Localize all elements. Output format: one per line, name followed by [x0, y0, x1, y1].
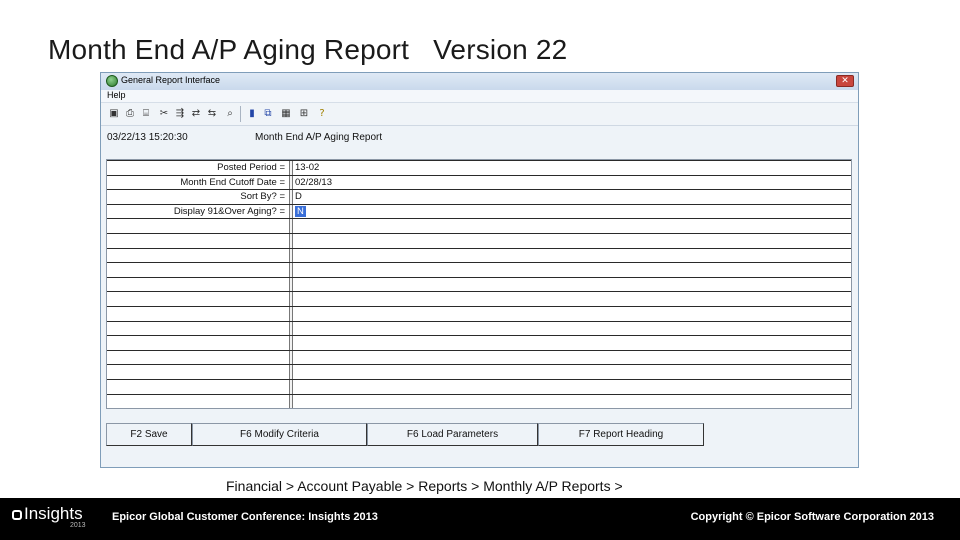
parameter-label: Sort By? = [240, 191, 285, 203]
grid-row [107, 349, 851, 365]
grid-row [107, 291, 851, 306]
f2-save-button[interactable]: F2 Save [106, 423, 192, 446]
grid-row [107, 393, 851, 408]
logo-icon [12, 510, 22, 520]
grid-row [107, 247, 851, 263]
help-icon[interactable]: ? [315, 106, 329, 121]
window-title: General Report Interface [121, 75, 221, 85]
copy-icon[interactable]: ⧉ [261, 106, 275, 121]
modify-criteria-button[interactable]: F6 Modify Criteria [192, 423, 367, 446]
function-key-bar: F2 Save F6 Modify Criteria F6 Load Param… [106, 423, 706, 446]
menubar: Help [101, 90, 858, 103]
grid-row [107, 262, 851, 277]
report-window: General Report Interface ✕ Help ▣ ⎙ ⌸ ✂ … [100, 72, 859, 468]
report-title: Month End A/P Aging Report [255, 132, 383, 143]
insights-logo: Insights [12, 504, 83, 524]
parameter-grid: Posted Period = 13-02 Month End Cutoff Dat… [106, 159, 852, 409]
save-icon[interactable]: ▣ [107, 106, 121, 121]
print-icon[interactable]: ⎙ [123, 106, 137, 121]
parameter-value-field[interactable]: 13-02 [295, 162, 319, 173]
grid-row [107, 320, 851, 336]
window-titlebar[interactable]: General Report Interface ✕ [101, 73, 858, 91]
parameter-value-field[interactable]: D [295, 191, 302, 202]
breadcrumb: Financial > Account Payable > Reports > … [226, 478, 623, 494]
scissors-icon[interactable]: ✂ [157, 106, 171, 121]
copyright-text: Copyright © Epicor Software Corporation … [690, 511, 934, 523]
arrows-icon[interactable]: ⇄ [189, 106, 203, 121]
report-header: 03/22/13 15:20:30 Month End A/P Aging Re… [105, 128, 852, 148]
menu-help[interactable]: Help [107, 90, 126, 100]
grid-row [107, 276, 851, 292]
parameter-value-field[interactable]: 02/28/13 [295, 177, 332, 188]
grid-row: Month End Cutoff Date = 02/28/13 [107, 174, 851, 190]
export-icon[interactable]: ⊞ [297, 106, 311, 121]
load-parameters-button[interactable]: F6 Load Parameters [367, 423, 538, 446]
parameter-label: Month End Cutoff Date = [180, 176, 285, 188]
logo-text: Insights [24, 504, 83, 523]
grid-row [107, 335, 851, 350]
slide-title: Month End A/P Aging Report Version 22 [48, 34, 568, 65]
grid-row: Posted Period = 13-02 [107, 160, 851, 175]
parameter-value-field[interactable]: N [295, 205, 306, 217]
grid-row: Sort By? = D [107, 189, 851, 204]
book-icon[interactable]: ▮ [245, 106, 259, 121]
footer: Insights 2013 Epicor Global Customer Con… [0, 498, 960, 540]
calculator-icon[interactable]: ▦ [279, 106, 293, 121]
grid-row [107, 306, 851, 321]
toolbar-separator [240, 106, 241, 122]
close-button[interactable]: ✕ [836, 75, 854, 87]
search-icon[interactable]: ⌕ [223, 106, 237, 121]
grid-row [107, 379, 851, 394]
grid-row [107, 218, 851, 233]
grid-row [107, 364, 851, 379]
grid-row: Display 91&Over Aging? = N [107, 203, 851, 219]
grid-row [107, 233, 851, 248]
report-heading-button[interactable]: F7 Report Heading [538, 423, 704, 446]
parameter-label: Display 91&Over Aging? = [173, 205, 285, 217]
print-preview-icon[interactable]: ⌸ [139, 106, 153, 121]
run-icon[interactable]: ⇶ [173, 106, 187, 121]
move-icon[interactable]: ⇆ [205, 106, 219, 121]
toolbar: ▣ ⎙ ⌸ ✂ ⇶ ⇄ ⇆ ⌕ ▮ ⧉ ▦ ⊞ ? [101, 103, 858, 126]
logo-year: 2013 [70, 522, 86, 529]
report-datetime: 03/22/13 15:20:30 [107, 132, 188, 143]
app-icon [106, 75, 118, 87]
parameter-label: Posted Period = [217, 162, 285, 173]
conference-text: Epicor Global Customer Conference: Insig… [112, 511, 378, 523]
